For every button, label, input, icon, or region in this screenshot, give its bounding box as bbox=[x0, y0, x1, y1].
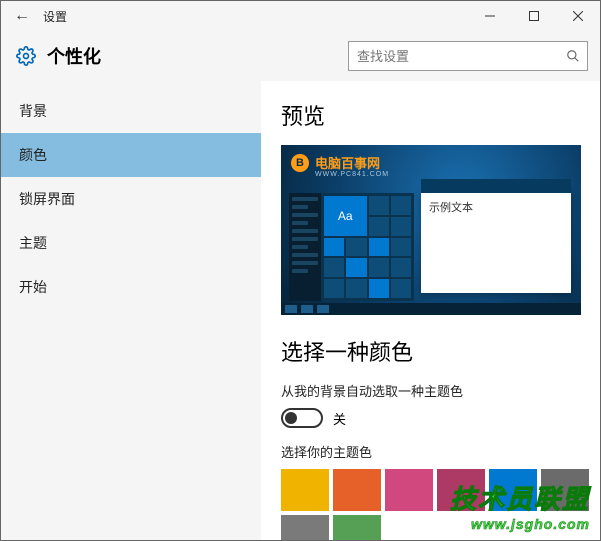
color-swatch[interactable] bbox=[333, 469, 381, 511]
minimize-button[interactable] bbox=[468, 1, 512, 31]
gear-icon bbox=[13, 43, 39, 69]
preview-tiles: Aa bbox=[321, 193, 414, 301]
search-input[interactable] bbox=[349, 49, 559, 64]
brand-text: 电脑百事网 bbox=[315, 153, 380, 172]
color-swatch[interactable] bbox=[281, 515, 329, 540]
color-swatch[interactable] bbox=[541, 469, 589, 511]
color-swatch[interactable] bbox=[385, 469, 433, 511]
maximize-button[interactable] bbox=[512, 1, 556, 31]
preview-applist bbox=[289, 193, 321, 301]
auto-color-toggle[interactable] bbox=[281, 408, 323, 428]
preview-sample-window: 示例文本 bbox=[421, 193, 571, 293]
preview-sample-titlebar bbox=[421, 179, 571, 193]
brand-sub: WWW.PC841.COM bbox=[315, 171, 389, 178]
choose-color-heading: 选择一种颜色 bbox=[281, 335, 580, 367]
sidebar-item-start[interactable]: 开始 bbox=[1, 265, 261, 309]
color-swatch[interactable] bbox=[489, 469, 537, 511]
preview-startmenu: Aa bbox=[289, 193, 414, 301]
toggle-state-label: 关 bbox=[333, 409, 346, 428]
pick-accent-label: 选择你的主题色 bbox=[281, 442, 580, 461]
sidebar-item-background[interactable]: 背景 bbox=[1, 89, 261, 133]
preview-taskbar bbox=[281, 303, 581, 315]
preview-brand-logo: B 电脑百事网 bbox=[291, 153, 380, 172]
sidebar: 背景 颜色 锁屏界面 主题 开始 bbox=[1, 81, 261, 540]
color-swatch[interactable] bbox=[437, 469, 485, 511]
preview-sample-text: 示例文本 bbox=[421, 193, 571, 221]
preview-heading: 预览 bbox=[281, 99, 580, 131]
back-button[interactable]: ← bbox=[1, 7, 43, 25]
color-swatches bbox=[281, 469, 580, 540]
color-swatch[interactable] bbox=[281, 469, 329, 511]
brand-mark-icon: B bbox=[291, 154, 309, 172]
sidebar-item-themes[interactable]: 主题 bbox=[1, 221, 261, 265]
search-icon[interactable] bbox=[559, 42, 587, 70]
preview-thumbnail: B 电脑百事网 WWW.PC841.COM Aa 示例文本 bbox=[281, 145, 581, 315]
preview-tile-aa: Aa bbox=[324, 196, 367, 236]
search-box[interactable] bbox=[348, 41, 588, 71]
sidebar-item-colors[interactable]: 颜色 bbox=[1, 133, 261, 177]
page-subtitle: 个性化 bbox=[47, 43, 348, 69]
close-button[interactable] bbox=[556, 1, 600, 31]
color-swatch[interactable] bbox=[333, 515, 381, 540]
sidebar-item-lockscreen[interactable]: 锁屏界面 bbox=[1, 177, 261, 221]
auto-color-label: 从我的背景自动选取一种主题色 bbox=[281, 381, 580, 400]
window-title: 设置 bbox=[43, 8, 468, 25]
